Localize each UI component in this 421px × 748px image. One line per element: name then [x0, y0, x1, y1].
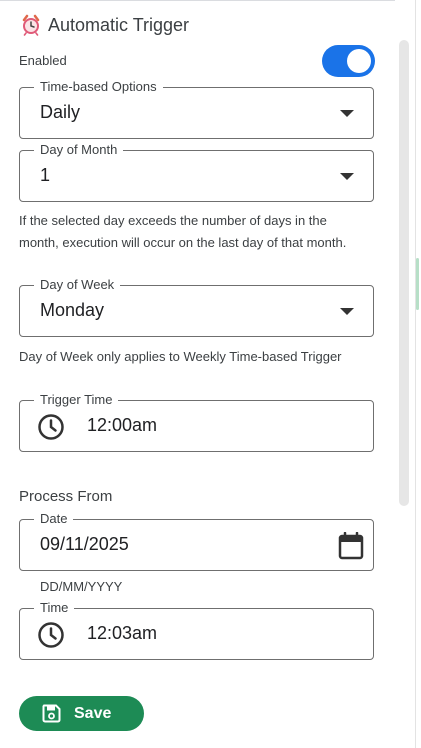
- save-label: Save: [74, 704, 112, 722]
- calendar-icon[interactable]: [338, 532, 364, 560]
- top-divider: [0, 0, 395, 1]
- caret-down-icon: [340, 110, 354, 117]
- time-based-options-select[interactable]: Time-based Options Daily: [19, 79, 374, 139]
- date-format-hint: DD/MM/YYYY: [40, 579, 123, 594]
- day-of-week-help: Day of Week only applies to Weekly Time-…: [19, 349, 342, 364]
- automatic-trigger-panel: Automatic Trigger Enabled Time-based Opt…: [0, 0, 421, 748]
- toggle-knob: [347, 49, 371, 73]
- caret-down-icon: [340, 173, 354, 180]
- trigger-time-label: Trigger Time: [34, 392, 119, 408]
- day-of-month-label: Day of Month: [34, 142, 124, 158]
- scrollbar[interactable]: [399, 40, 409, 506]
- date-label: Date: [34, 511, 74, 527]
- date-field[interactable]: Date 09/11/2025: [19, 511, 374, 571]
- page-title: Automatic Trigger: [48, 14, 190, 35]
- time-value: 12:03am: [87, 623, 158, 643]
- day-of-week-select[interactable]: Day of Week Monday: [19, 277, 374, 337]
- enabled-label: Enabled: [19, 53, 67, 68]
- time-based-options-value: Daily: [40, 102, 81, 122]
- day-of-month-value: 1: [40, 165, 51, 185]
- process-from-heading: Process From: [19, 488, 113, 505]
- enabled-toggle[interactable]: [322, 45, 375, 77]
- side-marker: [416, 258, 419, 310]
- day-of-week-label: Day of Week: [34, 277, 121, 293]
- panel-header: Automatic Trigger: [21, 14, 189, 36]
- day-of-month-select[interactable]: Day of Month 1: [19, 142, 374, 202]
- time-field[interactable]: Time 12:03am: [19, 600, 374, 660]
- trigger-time-value: 12:00am: [87, 415, 158, 435]
- day-of-week-value: Monday: [40, 300, 105, 320]
- caret-down-icon: [340, 308, 354, 315]
- trigger-time-field[interactable]: Trigger Time 12:00am: [19, 392, 374, 452]
- save-icon: [42, 704, 61, 723]
- date-value: 09/11/2025: [40, 534, 129, 554]
- clock-icon: [38, 622, 64, 648]
- save-button[interactable]: Save: [19, 696, 144, 731]
- day-of-month-help: If the selected day exceeds the number o…: [19, 213, 347, 250]
- clock-icon: [38, 414, 64, 440]
- time-label: Time: [34, 600, 75, 616]
- time-based-options-label: Time-based Options: [34, 79, 163, 95]
- right-divider: [415, 0, 416, 748]
- alarm-clock-icon: [22, 14, 40, 36]
